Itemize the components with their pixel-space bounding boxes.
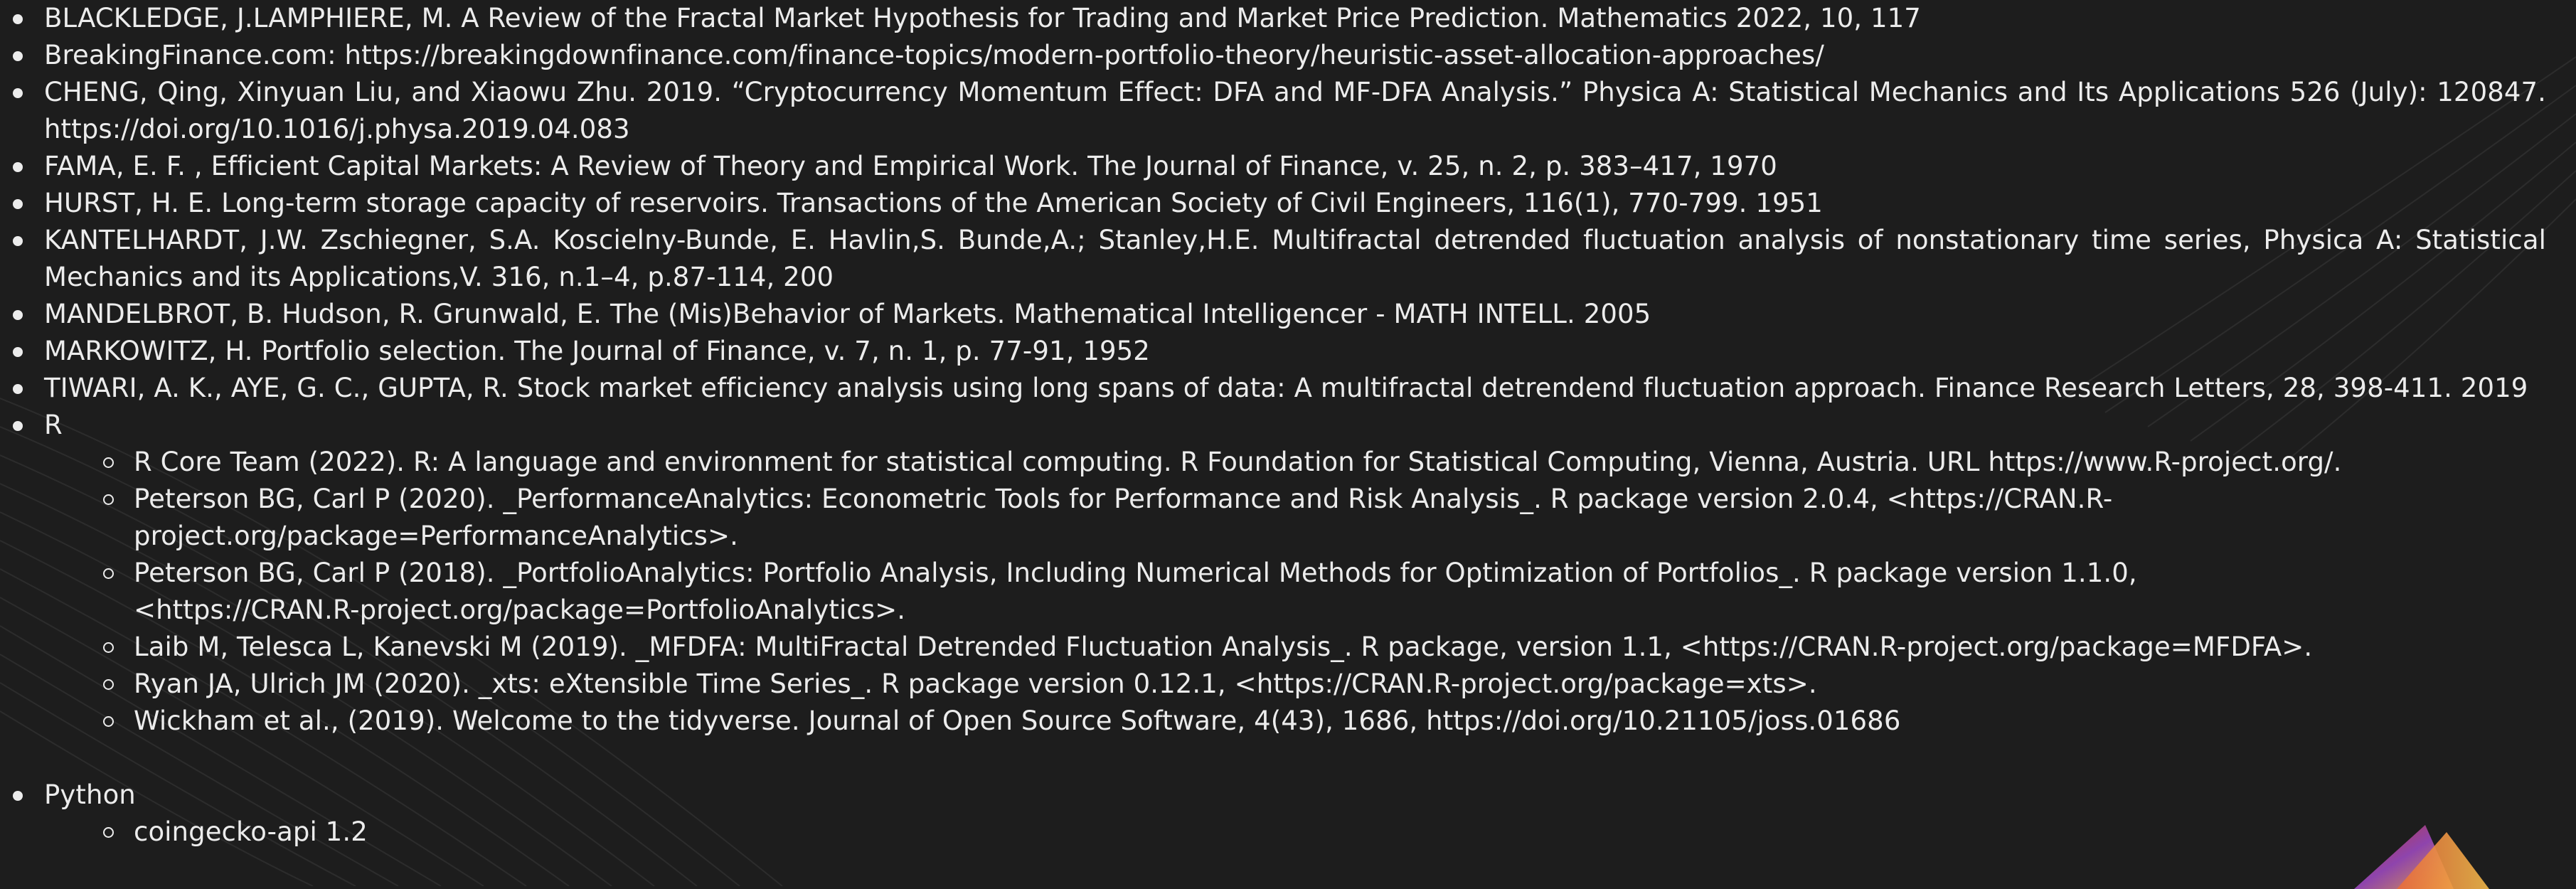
reference-item: FAMA, E. F. , Efficient Capital Markets:… xyxy=(0,148,2576,185)
references-content: BLACKLEDGE, J.LAMPHIERE, M. A Review of … xyxy=(0,0,2576,851)
r-package-list: R Core Team (2022). R: A language and en… xyxy=(44,444,2546,740)
python-package-list: coingecko-api 1.2 xyxy=(44,814,2546,851)
reference-item: KANTELHARDT, J.W. Zschiegner, S.A. Kosci… xyxy=(0,222,2576,296)
triangle-logo-icon xyxy=(2354,825,2489,889)
r-package-item: Wickham et al., (2019). Welcome to the t… xyxy=(44,703,2546,740)
r-package-item: Ryan JA, Ulrich JM (2020). _xts: eXtensi… xyxy=(44,666,2546,703)
reference-item: MANDELBROT, B. Hudson, R. Grunwald, E. T… xyxy=(0,296,2576,333)
r-package-item: Laib M, Telesca L, Kanevski M (2019). _M… xyxy=(44,629,2546,666)
r-section: R R Core Team (2022). R: A language and … xyxy=(0,407,2576,777)
python-package-item: coingecko-api 1.2 xyxy=(44,814,2546,851)
reference-item: TIWARI, A. K., AYE, G. C., GUPTA, R. Sto… xyxy=(0,370,2576,407)
reference-item: HURST, H. E. Long-term storage capacity … xyxy=(0,185,2576,222)
r-package-item: Peterson BG, Carl P (2018). _PortfolioAn… xyxy=(44,555,2546,629)
r-package-item: R Core Team (2022). R: A language and en… xyxy=(44,444,2546,481)
reference-item: BreakingFinance.com: https://breakingdow… xyxy=(0,37,2576,74)
reference-item: BLACKLEDGE, J.LAMPHIERE, M. A Review of … xyxy=(0,0,2576,37)
r-section-label: R xyxy=(44,410,63,440)
reference-item: CHENG, Qing, Xinyuan Liu, and Xiaowu Zhu… xyxy=(0,74,2576,148)
references-list: BLACKLEDGE, J.LAMPHIERE, M. A Review of … xyxy=(0,0,2576,851)
r-package-item: Peterson BG, Carl P (2020). _Performance… xyxy=(44,481,2546,555)
reference-item: MARKOWITZ, H. Portfolio selection. The J… xyxy=(0,333,2576,370)
python-section-label: Python xyxy=(44,779,136,810)
python-section: Python coingecko-api 1.2 xyxy=(0,777,2576,851)
